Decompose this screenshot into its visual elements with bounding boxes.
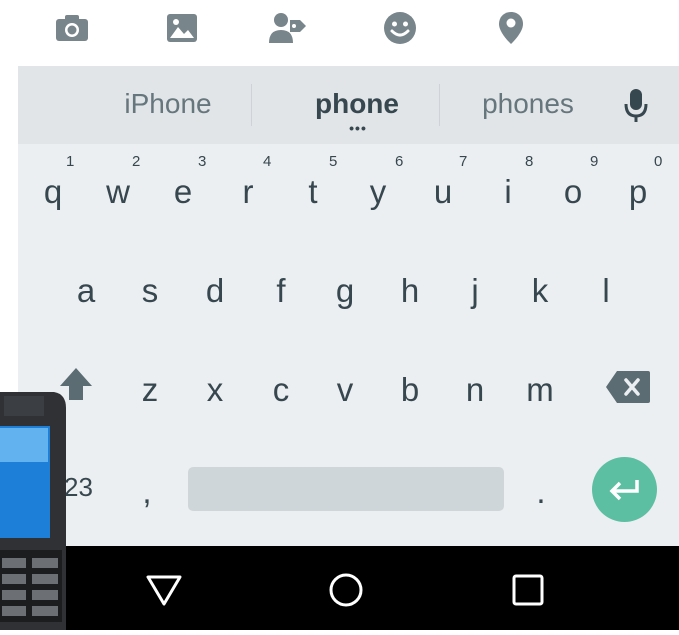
key-n[interactable]: n — [446, 360, 504, 420]
more-suggestions-indicator[interactable]: ••• — [328, 120, 388, 136]
key-hint-0: 0 — [654, 153, 663, 170]
key-label: b — [400, 371, 420, 408]
key-d[interactable]: d — [186, 261, 244, 321]
key-hint-7: 7 — [459, 153, 468, 170]
key-label: t — [308, 173, 318, 210]
key-label: f — [276, 272, 286, 309]
suggestion-divider — [251, 84, 252, 126]
key-label: j — [471, 272, 479, 309]
key-b[interactable]: b — [381, 360, 439, 420]
key-i[interactable]: i — [479, 162, 537, 222]
key-label: h — [400, 272, 420, 309]
suggestion-phone[interactable]: phone — [274, 88, 440, 120]
key-label: i — [504, 173, 512, 210]
spacebar[interactable] — [188, 467, 504, 511]
key-x[interactable]: x — [186, 360, 244, 420]
feature-phone-image — [0, 390, 68, 630]
key-w[interactable]: w — [89, 162, 147, 222]
key-label: m — [526, 371, 554, 408]
key-l[interactable]: l — [577, 261, 635, 321]
key-label: d — [205, 272, 225, 309]
key-label: c — [272, 371, 290, 408]
key-o[interactable]: o — [544, 162, 602, 222]
key-v[interactable]: v — [316, 360, 374, 420]
key-g[interactable]: g — [316, 261, 374, 321]
smiley-icon[interactable] — [380, 8, 420, 48]
key-label: l — [602, 272, 610, 309]
key-p[interactable]: p — [609, 162, 667, 222]
key-label: z — [141, 371, 159, 408]
enter-icon — [609, 479, 639, 500]
location-pin-icon[interactable] — [491, 8, 531, 48]
key-hint-1: 1 — [66, 153, 75, 170]
key-label: . — [536, 473, 546, 510]
key-label: k — [531, 272, 549, 309]
key-label: a — [76, 272, 96, 309]
key-label: n — [465, 371, 485, 408]
camera-icon[interactable] — [52, 8, 92, 48]
key-hint-5: 5 — [329, 153, 338, 170]
key-hint-6: 6 — [395, 153, 404, 170]
key-s[interactable]: s — [121, 261, 179, 321]
compose-toolbar — [0, 0, 679, 66]
key-label: e — [173, 173, 193, 210]
key-hint-9: 9 — [590, 153, 599, 170]
key-t[interactable]: t — [284, 162, 342, 222]
key-m[interactable]: m — [511, 360, 569, 420]
suggestion-iphone[interactable]: iPhone — [98, 88, 238, 120]
key-a[interactable]: a — [57, 261, 115, 321]
key-j[interactable]: j — [446, 261, 504, 321]
backspace-key[interactable] — [605, 370, 651, 404]
navigation-bar — [0, 546, 679, 630]
back-icon[interactable] — [142, 568, 186, 612]
comma-key[interactable]: , — [118, 462, 176, 522]
key-label: g — [335, 272, 355, 309]
key-h[interactable]: h — [381, 261, 439, 321]
key-label: u — [433, 173, 453, 210]
recents-icon[interactable] — [506, 568, 550, 612]
key-hint-8: 8 — [525, 153, 534, 170]
period-key[interactable]: . — [512, 462, 570, 522]
key-f[interactable]: f — [252, 261, 310, 321]
key-k[interactable]: k — [511, 261, 569, 321]
key-y[interactable]: y — [349, 162, 407, 222]
key-label: y — [369, 173, 387, 210]
person-tag-icon[interactable] — [268, 8, 308, 48]
key-u[interactable]: u — [414, 162, 472, 222]
key-label: w — [106, 173, 130, 210]
key-label: r — [242, 173, 254, 210]
key-hint-3: 3 — [198, 153, 207, 170]
enter-key[interactable] — [592, 457, 657, 522]
key-e[interactable]: e — [154, 162, 212, 222]
key-z[interactable]: z — [121, 360, 179, 420]
suggestion-strip: iPhone phone ••• phones — [18, 66, 679, 144]
key-label: s — [141, 272, 159, 309]
suggestion-divider — [439, 84, 440, 126]
suggestion-phones[interactable]: phones — [458, 88, 598, 120]
microphone-icon[interactable] — [624, 88, 648, 124]
key-label: , — [142, 473, 152, 510]
key-r[interactable]: r — [219, 162, 277, 222]
key-hint-2: 2 — [132, 153, 141, 170]
key-q[interactable]: q — [24, 162, 82, 222]
home-icon[interactable] — [324, 568, 368, 612]
key-label: o — [563, 173, 583, 210]
key-label: x — [206, 371, 224, 408]
key-hint-4: 4 — [263, 153, 272, 170]
symbols-key[interactable]: 23 — [64, 472, 93, 503]
key-c[interactable]: c — [252, 360, 310, 420]
key-label: q — [43, 173, 63, 210]
soft-keyboard: iPhone phone ••• phones q w e r t y u i … — [18, 66, 679, 546]
key-label: p — [628, 173, 648, 210]
image-icon[interactable] — [162, 8, 202, 48]
key-label: v — [336, 371, 354, 408]
